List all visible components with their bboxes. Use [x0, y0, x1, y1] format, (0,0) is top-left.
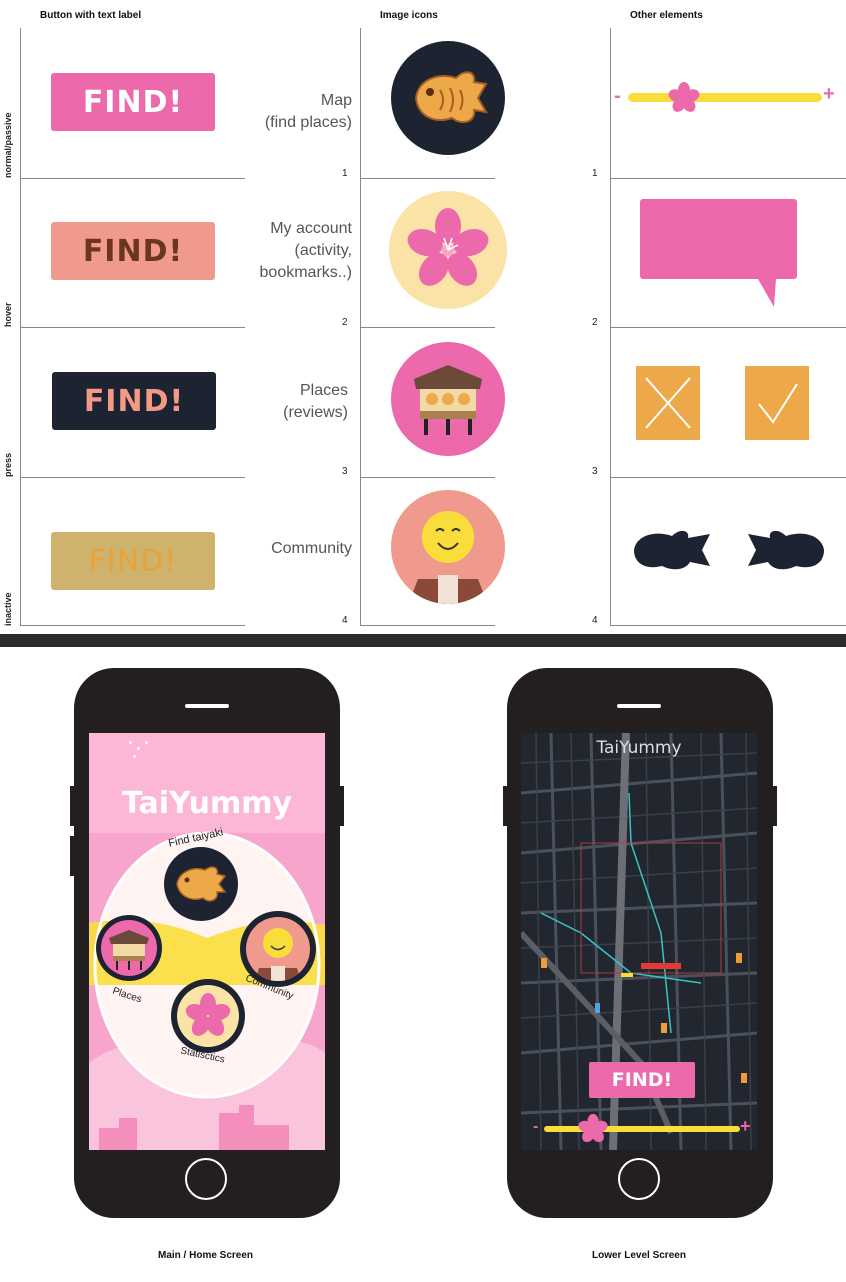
- caption-home: Main / Home Screen: [158, 1250, 254, 1261]
- map-slider-handle-sakura-icon[interactable]: [576, 1112, 610, 1146]
- grid-line: [360, 477, 495, 478]
- home-app-title: TaiYummy: [121, 786, 293, 821]
- row-number: 1: [342, 168, 348, 179]
- map-find-button[interactable]: FIND!: [589, 1062, 695, 1098]
- taiyaki-silhouette-icon: [748, 530, 824, 570]
- close-icon[interactable]: [636, 366, 700, 440]
- icon-label-places: Places (reviews): [240, 380, 348, 424]
- row-label-inactive: inactive: [3, 592, 13, 626]
- icon-label-line: Community: [271, 540, 352, 557]
- phone-speaker: [185, 704, 229, 708]
- phone-side-button: [70, 786, 75, 826]
- row-number: 4: [342, 615, 348, 626]
- map-app-title: TaiYummy: [596, 738, 682, 758]
- home-taiyaki-button-icon[interactable]: [163, 846, 239, 922]
- row-number: 2: [342, 317, 348, 328]
- row-number: 3: [342, 466, 348, 477]
- icon-label-account: My account (activity, bookmarks..): [240, 218, 352, 284]
- grid-line: [610, 477, 846, 478]
- icon-label-map: Map (find places): [240, 90, 352, 134]
- grid-line: [610, 625, 846, 626]
- home-button[interactable]: [618, 1158, 660, 1200]
- speech-bubble: [640, 199, 797, 307]
- phone-side-button: [70, 836, 75, 876]
- row-number: 4: [592, 615, 598, 626]
- caption-map: Lower Level Screen: [592, 1250, 686, 1261]
- map-slider-track[interactable]: [544, 1126, 740, 1132]
- slider-minus[interactable]: -: [614, 85, 621, 108]
- home-places-button-icon[interactable]: [95, 914, 163, 982]
- community-face-icon[interactable]: [390, 489, 506, 605]
- grid-line: [20, 178, 245, 179]
- row-number: 3: [592, 466, 598, 477]
- grid-line: [360, 327, 495, 328]
- find-button-press[interactable]: FIND!: [52, 372, 216, 430]
- find-button-inactive: FIND!: [51, 532, 215, 590]
- header-other: Other elements: [630, 10, 703, 21]
- find-button-hover[interactable]: FIND!: [51, 222, 215, 280]
- slider-plus[interactable]: +: [823, 83, 835, 106]
- icon-label-community: Community: [240, 538, 352, 560]
- grid-line: [20, 327, 245, 328]
- sakura-icon[interactable]: [388, 190, 508, 310]
- grid-line: [360, 625, 495, 626]
- food-stall-icon[interactable]: [390, 341, 506, 457]
- icon-label-line: Places: [299, 382, 348, 399]
- row-label-normal: normal/passive: [3, 112, 13, 178]
- icon-label-line: bookmarks..): [259, 264, 352, 281]
- header-buttons: Button with text label: [40, 10, 142, 21]
- grid-line: [610, 327, 846, 328]
- row-number: 2: [592, 317, 598, 328]
- phone-side-button: [503, 786, 508, 826]
- row-label-hover: hover: [3, 302, 13, 327]
- row-number: 1: [592, 168, 598, 179]
- phone-side-button: [772, 786, 777, 826]
- home-statistics-button-icon[interactable]: [170, 978, 246, 1054]
- grid-line: [20, 477, 245, 478]
- header-icons: Image icons: [380, 10, 438, 21]
- home-button[interactable]: [185, 1158, 227, 1200]
- check-icon[interactable]: [745, 366, 809, 440]
- row-label-press: press: [3, 452, 13, 477]
- icon-label-line: My account: [270, 220, 352, 237]
- taiyaki-silhouette-icon: [634, 530, 710, 570]
- phone-side-button: [339, 786, 344, 826]
- map-slider-minus[interactable]: -: [533, 1118, 538, 1136]
- grid-line: [20, 625, 245, 626]
- find-button-normal[interactable]: FIND!: [51, 73, 215, 131]
- phone-speaker: [617, 704, 661, 708]
- taiyaki-icon[interactable]: [390, 40, 506, 156]
- icon-label-line: (reviews): [283, 404, 348, 421]
- section-divider: [0, 634, 846, 647]
- map-slider-plus[interactable]: +: [740, 1116, 751, 1137]
- icon-label-line: Map: [320, 92, 352, 109]
- grid-line: [360, 178, 495, 179]
- slider-handle-sakura-icon[interactable]: [666, 80, 702, 116]
- slider-track[interactable]: [628, 93, 822, 102]
- icon-label-line: (find places): [264, 114, 352, 131]
- icon-label-line: (activity,: [294, 242, 352, 259]
- grid-line: [610, 178, 846, 179]
